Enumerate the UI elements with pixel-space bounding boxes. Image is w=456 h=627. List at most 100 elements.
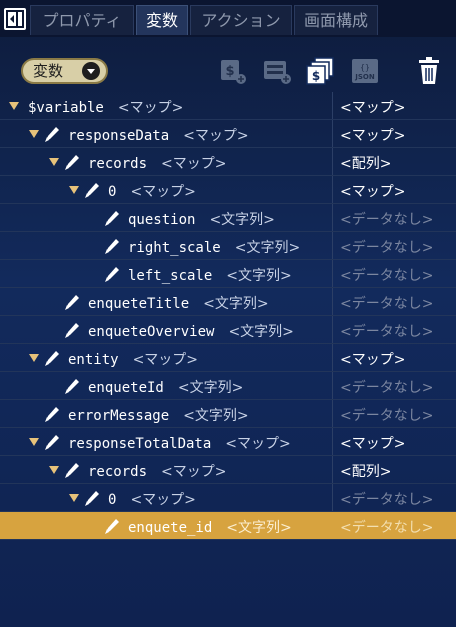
- variable-name: entity <マップ>: [68, 349, 198, 369]
- variable-name: enqueteOverview <文字列>: [88, 321, 294, 341]
- tab-screen-structure[interactable]: 画面構成: [294, 5, 378, 35]
- variable-value: <マップ>: [340, 128, 406, 144]
- edit-pencil-icon[interactable]: [102, 264, 122, 284]
- variable-value: <データなし>: [340, 296, 434, 312]
- variable-name: records <マップ>: [88, 461, 226, 481]
- variable-name: 0 <マップ>: [108, 181, 196, 201]
- variable-name: question <文字列>: [128, 209, 275, 229]
- edit-pencil-icon[interactable]: [102, 236, 122, 256]
- variable-scope-dropdown[interactable]: 変数: [21, 58, 108, 84]
- expand-toggle-icon[interactable]: [68, 184, 80, 196]
- variable-value: <マップ>: [340, 184, 406, 200]
- tab-properties[interactable]: プロパティ: [30, 5, 134, 35]
- variable-type: <文字列>: [226, 520, 292, 536]
- variable-name-text: records: [88, 464, 148, 480]
- tree-row[interactable]: entity <マップ> <マップ>: [0, 344, 456, 372]
- tree-row[interactable]: right_scale <文字列> <データなし>: [0, 232, 456, 260]
- edit-pencil-icon[interactable]: [102, 516, 122, 536]
- variable-name-text: right_scale: [128, 240, 221, 256]
- variable-value: <配列>: [340, 156, 392, 172]
- json-icon[interactable]: {} JSON: [350, 56, 380, 86]
- variable-value: <データなし>: [340, 324, 434, 340]
- expand-toggle-icon[interactable]: [48, 464, 60, 476]
- variable-name: left_scale <文字列>: [128, 265, 292, 285]
- chevron-down-icon: [82, 62, 100, 80]
- tree-row[interactable]: left_scale <文字列> <データなし>: [0, 260, 456, 288]
- edit-pencil-icon[interactable]: [62, 152, 82, 172]
- add-money-variable-icon[interactable]: $: [218, 56, 248, 86]
- variable-type: <文字列>: [226, 268, 292, 284]
- variable-value: <データなし>: [340, 520, 434, 536]
- dropdown-label: 変数: [33, 62, 64, 80]
- variable-type: <マップ>: [130, 492, 196, 508]
- expand-toggle-icon[interactable]: [68, 492, 80, 504]
- variable-type: <マップ>: [183, 128, 249, 144]
- svg-text:$: $: [312, 69, 320, 83]
- variable-name: responseTotalData <マップ>: [68, 433, 291, 453]
- collapse-panel-icon[interactable]: [4, 8, 26, 30]
- variable-type: <文字列>: [203, 296, 269, 312]
- expand-toggle-icon[interactable]: [28, 352, 40, 364]
- variable-name-text: responseTotalData: [68, 436, 212, 452]
- variable-type: <文字列>: [183, 408, 249, 424]
- tree-row[interactable]: responseTotalData <マップ> <マップ>: [0, 428, 456, 456]
- variable-name: records <マップ>: [88, 153, 226, 173]
- variable-type: <マップ>: [225, 436, 291, 452]
- svg-text:$: $: [225, 64, 234, 79]
- tree-row[interactable]: 0 <マップ> <マップ>: [0, 176, 456, 204]
- edit-pencil-icon[interactable]: [82, 180, 102, 200]
- edit-pencil-icon[interactable]: [62, 320, 82, 340]
- tree-row[interactable]: enquete_id <文字列> <データなし>: [0, 512, 456, 540]
- tree-row[interactable]: $variable <マップ> <マップ>: [0, 92, 456, 120]
- edit-pencil-icon[interactable]: [42, 124, 62, 144]
- tree-row[interactable]: records <マップ> <配列>: [0, 456, 456, 484]
- variable-type: <マップ>: [132, 352, 199, 368]
- tree-row[interactable]: question <文字列> <データなし>: [0, 204, 456, 232]
- variable-type: <文字列>: [177, 380, 244, 396]
- variable-name: enqueteId <文字列>: [88, 377, 243, 397]
- variable-value: <マップ>: [340, 436, 406, 452]
- expand-toggle-icon[interactable]: [28, 128, 40, 140]
- svg-text:JSON: JSON: [354, 73, 375, 81]
- edit-pencil-icon[interactable]: [62, 376, 82, 396]
- variable-name-text: records: [88, 156, 148, 172]
- expand-toggle-icon[interactable]: [28, 436, 40, 448]
- expand-toggle-icon[interactable]: [8, 100, 20, 112]
- variable-name-text: left_scale: [128, 268, 213, 284]
- tree-row[interactable]: records <マップ> <配列>: [0, 148, 456, 176]
- tab-variables[interactable]: 変数: [136, 5, 188, 35]
- variable-type: <文字列>: [209, 212, 275, 228]
- edit-pencil-icon[interactable]: [42, 404, 62, 424]
- edit-pencil-icon[interactable]: [82, 488, 102, 508]
- variable-name-text: enqueteTitle: [88, 296, 190, 312]
- variable-type: <マップ>: [117, 100, 184, 116]
- variable-name: right_scale <文字列>: [128, 237, 300, 257]
- variable-value: <マップ>: [340, 100, 406, 116]
- variable-name: errorMessage <文字列>: [68, 405, 249, 425]
- tree-row[interactable]: enqueteTitle <文字列> <データなし>: [0, 288, 456, 316]
- tree-row[interactable]: errorMessage <文字列> <データなし>: [0, 400, 456, 428]
- edit-pencil-icon[interactable]: [62, 292, 82, 312]
- variable-value: <データなし>: [340, 240, 434, 256]
- edit-pencil-icon[interactable]: [42, 348, 62, 368]
- tab-bar: プロパティ 変数 アクション 画面構成: [0, 0, 456, 37]
- tab-actions[interactable]: アクション: [190, 5, 292, 35]
- variable-name-text: errorMessage: [68, 408, 170, 424]
- variable-name-text: enqueteOverview: [88, 324, 215, 340]
- copy-money-icon[interactable]: $: [305, 56, 335, 86]
- tree-row[interactable]: 0 <マップ> <データなし>: [0, 484, 456, 512]
- tree-row[interactable]: responseData <マップ> <マップ>: [0, 120, 456, 148]
- variable-name-text: responseData: [68, 128, 170, 144]
- edit-pencil-icon[interactable]: [62, 460, 82, 480]
- tree-row[interactable]: enqueteOverview <文字列> <データなし>: [0, 316, 456, 344]
- trash-icon[interactable]: [414, 56, 444, 86]
- add-list-variable-icon[interactable]: [262, 56, 292, 86]
- variable-value: <データなし>: [340, 212, 434, 228]
- tree-row[interactable]: enqueteId <文字列> <データなし>: [0, 372, 456, 400]
- variable-value: <配列>: [340, 464, 392, 480]
- variable-name: $variable <マップ>: [28, 97, 183, 117]
- variable-value: <データなし>: [340, 380, 434, 396]
- edit-pencil-icon[interactable]: [42, 432, 62, 452]
- edit-pencil-icon[interactable]: [102, 208, 122, 228]
- expand-toggle-icon[interactable]: [48, 156, 60, 168]
